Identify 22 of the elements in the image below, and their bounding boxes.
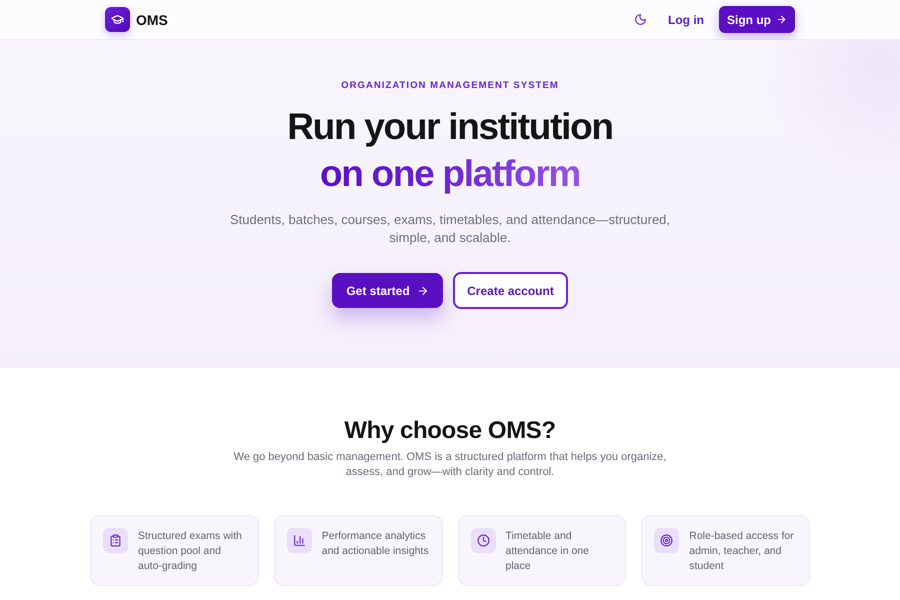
arrow-icon — [416, 284, 429, 296]
get-started-button[interactable]: Get started — [332, 273, 443, 308]
graduation-cap-icon — [105, 7, 130, 32]
create-account-button[interactable]: Create account — [453, 272, 568, 309]
clipboard-list-icon — [103, 528, 128, 553]
feature-text: Timetable and attendance in one place — [506, 529, 590, 574]
moon-icon[interactable] — [633, 12, 647, 26]
arrow-icon — [776, 14, 787, 25]
eyebrow-text: ORGANIZATION MANAGEMENT SYSTEM — [341, 79, 559, 93]
login-link[interactable]: Log in — [668, 12, 704, 26]
target-icon — [654, 528, 680, 553]
section-title: Why choose OMS? — [344, 416, 556, 446]
signup-button[interactable]: Sign up — [719, 6, 795, 33]
hero-subtitle: Students, batches, courses, exams, timetables, and attendance—structured, simple, and scalable. — [228, 211, 672, 247]
clock-icon — [470, 528, 496, 553]
logo-text: OMS — [136, 12, 168, 28]
feature-text: Role-based access for admin, teacher, and student — [689, 529, 795, 574]
headline: Run your institution — [287, 105, 613, 149]
feature-text: Performance analytics and actionable insights — [322, 529, 430, 559]
bar-chart-icon — [286, 528, 312, 553]
feature-text: Structured exams with question pool and auto-grading — [138, 529, 243, 574]
section-description: We go beyond basic management. OMS is a structured platform that helps you organize, assess, and grow—with clarity and control. — [232, 450, 668, 480]
